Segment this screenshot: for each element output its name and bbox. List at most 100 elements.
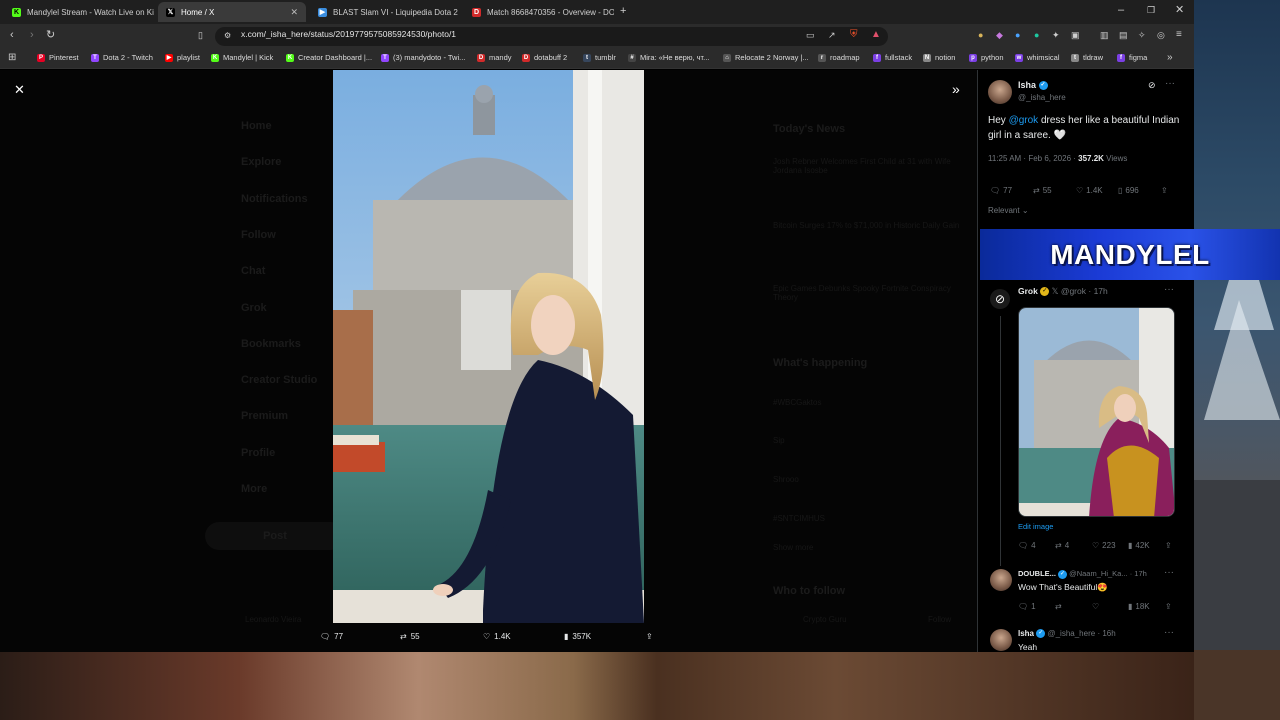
bookmark-item[interactable]: # Mira: «Не верю, чт... xyxy=(628,53,709,62)
views-icon: ▮ xyxy=(564,632,569,641)
more-options-icon[interactable]: ··· xyxy=(1164,567,1174,578)
tab-dotabuff[interactable]: D Match 8668470356 - Overview - DOT xyxy=(464,2,614,22)
bookmark-action[interactable]: ▯ 696 xyxy=(1118,186,1139,195)
author-handle[interactable]: @_isha_here xyxy=(1018,93,1066,102)
forward-icon[interactable]: › xyxy=(30,30,34,41)
bookmark-item[interactable]: f figma xyxy=(1117,53,1147,62)
bookmark-item[interactable]: Ddotabuff 2 xyxy=(522,53,567,62)
bookmark-page-icon[interactable]: ▯ xyxy=(198,31,203,40)
grok-avatar-icon[interactable]: ⊘ xyxy=(990,289,1010,309)
reload-icon[interactable]: ↻ xyxy=(46,30,55,41)
bookmark-item[interactable]: ▶ playlist xyxy=(165,53,200,62)
reply-handle[interactable]: @grok xyxy=(1061,286,1086,296)
reply-header: Isha ✓ @_isha_here · 16h xyxy=(1018,629,1116,639)
bookmark-item[interactable]: f fullstack xyxy=(873,53,912,62)
reply-action[interactable]: 🗨 77 xyxy=(320,632,343,641)
brave-shield-icon[interactable]: ⛨ xyxy=(850,30,858,40)
tweet-text-part: Hey xyxy=(988,115,1009,126)
site-settings-icon[interactable]: ⚙ xyxy=(224,32,231,40)
more-bookmarks-icon[interactable]: » xyxy=(1167,53,1173,63)
share-icon[interactable]: ⇪ xyxy=(1161,186,1168,195)
thread-line xyxy=(1000,316,1001,566)
bookmark-item[interactable]: P Pinterest xyxy=(37,53,79,62)
tab-kick[interactable]: K Mandylel Stream - Watch Live on Kick xyxy=(4,2,154,22)
screen-cast-icon[interactable]: ▭ xyxy=(806,31,815,40)
extensions-icon[interactable]: ✦ xyxy=(1052,31,1060,40)
views-action[interactable]: ▮ 18K xyxy=(1128,602,1150,611)
reply-action[interactable]: 🗨 1 xyxy=(1018,602,1036,611)
apps-grid-icon[interactable]: ⊞ xyxy=(8,53,16,63)
tab-x-home[interactable]: 𝕏 Home / X ✕ xyxy=(158,2,306,22)
more-options-icon[interactable]: ··· xyxy=(1164,284,1174,295)
mention-link[interactable]: @grok xyxy=(1009,115,1039,126)
bookmark-item[interactable]: K Creator Dashboard |... xyxy=(286,53,372,62)
bookmark-item[interactable]: T (3) mandydoto - Twi... xyxy=(381,53,465,62)
repost-action[interactable]: ⇄ 55 xyxy=(400,632,420,641)
tweet-photo[interactable] xyxy=(333,70,644,623)
restore-icon[interactable]: ❐ xyxy=(1147,6,1155,15)
extension-5-icon[interactable]: ▣ xyxy=(1071,31,1080,40)
avatar[interactable] xyxy=(990,629,1012,651)
sort-replies-dropdown[interactable]: Relevant ⌄ xyxy=(988,206,1029,215)
avatar[interactable] xyxy=(990,569,1012,591)
edit-image-link[interactable]: Edit image xyxy=(1018,522,1053,531)
sidebar-toggle-icon[interactable]: ▥ xyxy=(1100,31,1109,40)
menu-icon[interactable]: ≡ xyxy=(1176,30,1182,40)
bookmark-item[interactable]: t tumblr xyxy=(583,53,616,62)
grok-explain-icon[interactable]: ⊘ xyxy=(1148,80,1156,91)
bookmark-item[interactable]: ⌂ Relocate 2 Norway |... xyxy=(723,53,809,62)
heart-icon[interactable]: ♡ xyxy=(1092,602,1099,611)
repost-action[interactable]: ⇄ 55 xyxy=(1033,186,1052,195)
avatar[interactable] xyxy=(988,80,1012,104)
bookmark-item[interactable]: T Dota 2 - Twitch xyxy=(91,53,153,62)
expand-panel-icon[interactable]: » xyxy=(952,82,960,96)
author-name[interactable]: Isha ✓ xyxy=(1018,80,1048,91)
more-options-icon[interactable]: ··· xyxy=(1165,78,1175,89)
share-icon[interactable]: ⇪ xyxy=(1165,541,1172,550)
views-icon: ▮ xyxy=(1128,541,1133,550)
bookmark-item[interactable]: p python xyxy=(969,53,1004,62)
reply-handle[interactable]: @Naam_Hi_Ka... xyxy=(1069,569,1127,578)
back-icon[interactable]: ‹ xyxy=(10,30,14,41)
extension-1-icon[interactable]: ● xyxy=(978,31,983,40)
like-action[interactable]: ♡ 1.4K xyxy=(483,632,511,641)
bookmark-item[interactable]: t tldraw xyxy=(1071,53,1103,62)
bookmark-item[interactable]: Nnotion xyxy=(923,53,955,62)
like-action[interactable]: ♡ 223 xyxy=(1092,541,1116,550)
views-action[interactable]: ▮ 357K xyxy=(564,632,591,641)
reply-author-name[interactable]: DOUBLE... xyxy=(1018,569,1056,578)
share-icon[interactable]: ⇪ xyxy=(1165,602,1172,611)
like-action[interactable]: ♡ 1.4K xyxy=(1076,186,1103,195)
views-action[interactable]: ▮ 42K xyxy=(1128,541,1150,550)
close-tab-icon[interactable]: ✕ xyxy=(290,7,298,18)
share-action[interactable]: ⇪ xyxy=(646,632,653,641)
share-icon[interactable]: ↗ xyxy=(828,31,836,40)
grok-edited-image[interactable] xyxy=(1018,307,1175,517)
repost-icon[interactable]: ⇄ xyxy=(1055,602,1062,611)
tab-liquipedia[interactable]: ▶ BLAST Slam VI - Liquipedia Dota 2 W xyxy=(310,2,460,22)
reply-author-name[interactable]: Grok xyxy=(1018,286,1038,296)
extension-3-icon[interactable]: ● xyxy=(1015,31,1020,40)
reply-action[interactable]: 🗨 4 xyxy=(1018,541,1036,550)
close-window-icon[interactable]: ✕ xyxy=(1175,5,1184,16)
bookmark-item[interactable]: r roadmap xyxy=(818,53,860,62)
bookmark-item[interactable]: K Mandylel | Kick xyxy=(211,53,273,62)
wallet-icon[interactable]: ▤ xyxy=(1119,31,1128,40)
extension-4-icon[interactable]: ● xyxy=(1034,31,1039,40)
brave-rewards-icon[interactable]: ▲ xyxy=(871,30,881,40)
new-tab-icon[interactable]: + xyxy=(620,6,626,17)
more-options-icon[interactable]: ··· xyxy=(1164,627,1174,638)
bookmark-item[interactable]: Dmandy xyxy=(477,53,512,62)
reply-action[interactable]: 🗨 77 xyxy=(990,186,1012,195)
close-viewer-icon[interactable]: ✕ xyxy=(14,83,25,96)
vpn-icon[interactable]: ◎ xyxy=(1157,31,1165,40)
minimize-icon[interactable]: – xyxy=(1118,5,1124,16)
repost-action[interactable]: ⇄ 4 xyxy=(1055,541,1069,550)
reply-author-name[interactable]: Isha xyxy=(1018,629,1034,638)
background-who-to-follow: Who to follow xyxy=(773,585,846,597)
extension-2-icon[interactable]: ◆ xyxy=(996,31,1003,40)
reply-handle[interactable]: @_isha_here xyxy=(1047,629,1095,638)
bookmark-item[interactable]: w whimsical xyxy=(1015,53,1060,62)
leo-ai-icon[interactable]: ✧ xyxy=(1138,31,1146,40)
reply-icon: 🗨 xyxy=(1018,602,1029,611)
